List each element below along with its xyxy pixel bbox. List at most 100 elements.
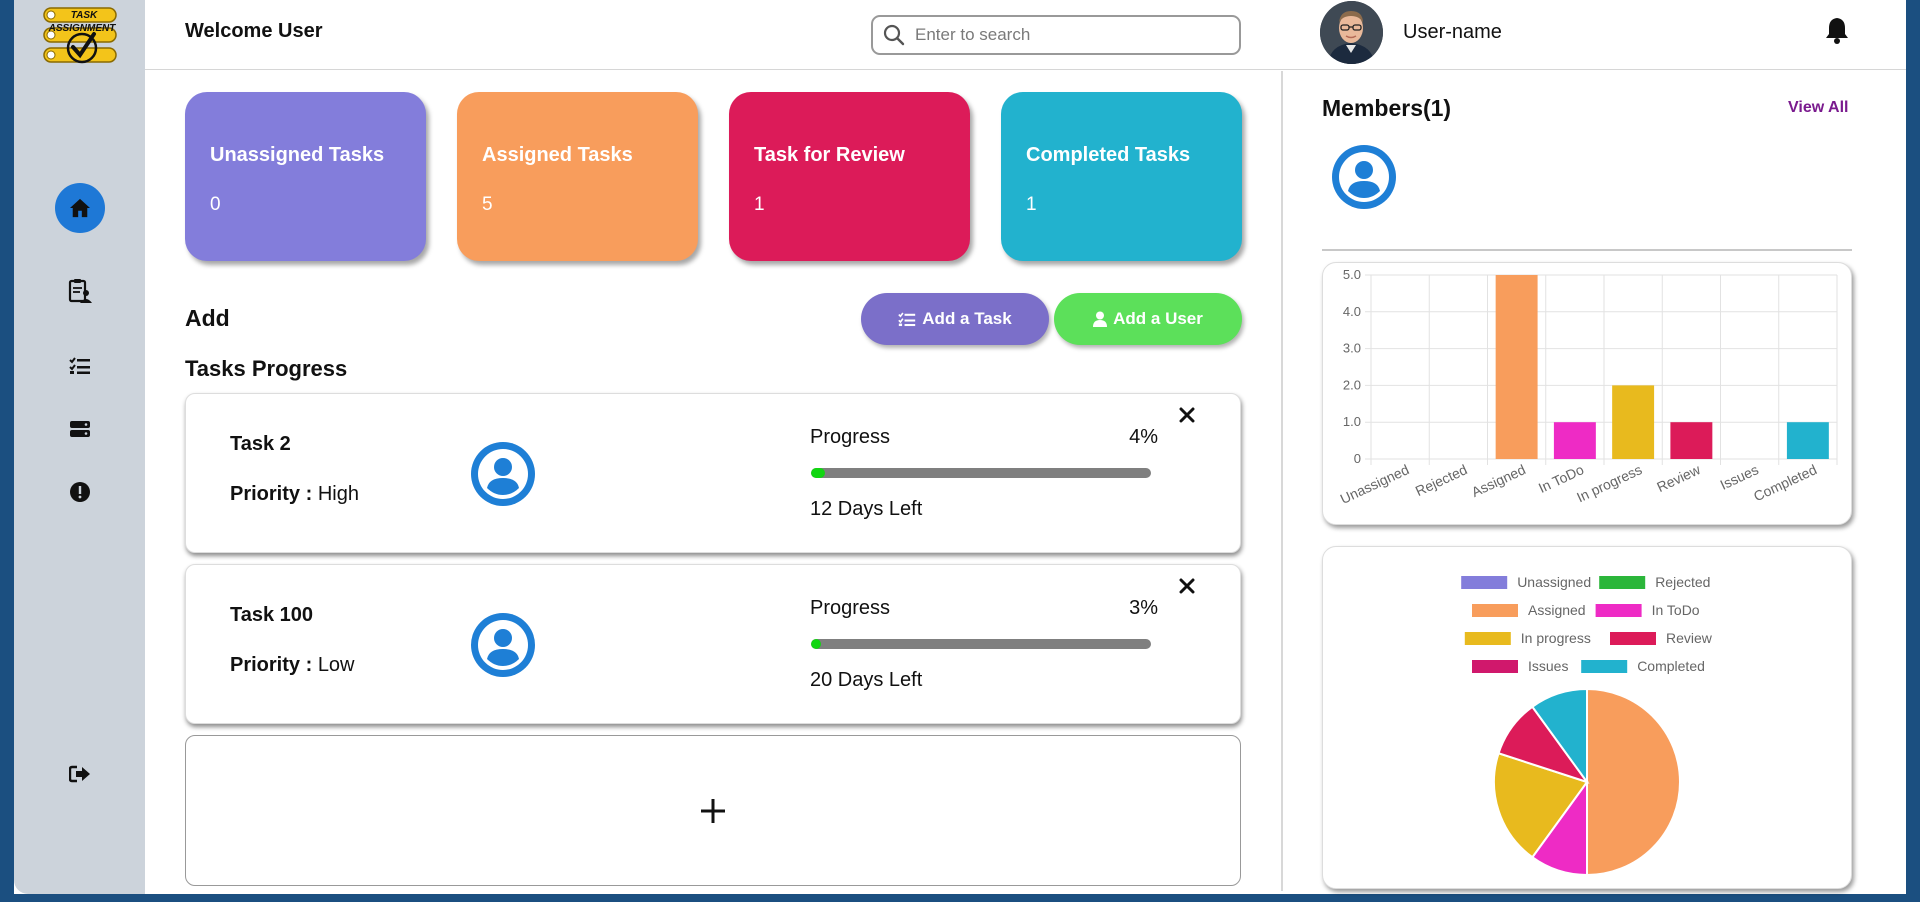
task-priority: Priority : High (230, 483, 359, 506)
add-task-button[interactable]: Add a Task (861, 293, 1049, 345)
task-card[interactable]: Task 100 Priority : Low Progress 3% 20 D… (185, 564, 1241, 724)
top-header: Welcome User User-name (145, 0, 1906, 70)
card-count: 1 (1026, 194, 1037, 215)
bar-review (1670, 422, 1713, 459)
y-tick-label: 4.0 (1343, 304, 1361, 319)
sidebar-item-issues[interactable] (55, 467, 105, 517)
welcome-text: Welcome User (185, 20, 323, 42)
window-frame-left (0, 0, 14, 902)
sidebar-item-database[interactable] (55, 404, 105, 454)
legend-label: Review (1666, 630, 1713, 646)
add-new-task-box[interactable]: + (185, 735, 1241, 886)
username-label[interactable]: User-name (1403, 21, 1502, 44)
progress-percent: 4% (1129, 426, 1158, 448)
task-list-icon (69, 357, 90, 374)
user-avatar[interactable] (1320, 1, 1383, 64)
remove-task-button[interactable] (1179, 407, 1195, 428)
close-icon (1179, 578, 1195, 594)
user-circle-icon (471, 613, 535, 677)
add-section-title: Add (185, 305, 230, 331)
search-input[interactable] (915, 25, 1215, 45)
legend-swatch (1581, 660, 1628, 673)
bell-icon (1826, 18, 1848, 44)
server-icon (70, 421, 90, 437)
legend-swatch (1472, 604, 1518, 617)
card-assigned-tasks[interactable]: Assigned Tasks 5 (457, 92, 698, 261)
sign-out-icon (69, 765, 90, 783)
progress-fill (811, 639, 822, 649)
legend-label: Rejected (1655, 574, 1710, 590)
x-tick-label: Review (1654, 461, 1703, 495)
window-frame-bottom (0, 894, 1920, 902)
members-title: Members(1) (1322, 95, 1452, 121)
pie-chart-card: Unassigned Rejected Assigned In ToDo In prog… (1322, 546, 1852, 889)
assignee-avatar[interactable] (471, 442, 535, 511)
legend-label: Completed (1637, 658, 1705, 674)
pie-slice-assigned (1586, 687, 1681, 877)
x-tick-label: Assigned (1469, 461, 1528, 500)
bar-completed (1786, 422, 1829, 459)
sidebar-item-assignments[interactable] (55, 266, 105, 316)
y-tick-label: 0 (1354, 451, 1361, 466)
sidebar: TASK ASSIGNMENT (14, 0, 145, 894)
x-tick-label: Completed (1751, 461, 1819, 504)
window-frame-right (1906, 0, 1920, 902)
progress-percent: 3% (1129, 597, 1158, 619)
legend-swatch (1599, 576, 1646, 589)
user-circle-icon (471, 442, 535, 506)
card-title: Assigned Tasks (482, 144, 633, 166)
bar-chart-card: 0 1.0 2.0 3.0 4.0 5.0 Unassigned Rejected Assign… (1322, 262, 1852, 525)
card-title: Unassigned Tasks (210, 144, 385, 166)
x-tick-label: Unassigned (1338, 461, 1412, 507)
legend-swatch (1595, 604, 1642, 617)
sidebar-item-logout[interactable] (55, 749, 105, 799)
task-priority: Priority : Low (230, 654, 355, 677)
logo-text-line2: ASSIGNMENT (48, 23, 117, 34)
add-user-button[interactable]: Add a User (1054, 293, 1242, 345)
pie-chart: Unassigned Rejected Assigned In ToDo In prog… (1461, 574, 1713, 877)
view-all-link[interactable]: View All (1788, 99, 1848, 117)
task-card[interactable]: Task 2 Priority : High Progress 4% 12 Da… (185, 393, 1241, 553)
card-completed-tasks[interactable]: Completed Tasks 1 (1001, 92, 1242, 261)
clipboard-users-icon (68, 279, 92, 303)
y-tick-label: 1.0 (1343, 414, 1361, 429)
y-tick-label: 5.0 (1343, 267, 1361, 282)
progress-fill (811, 468, 825, 478)
user-circle-icon (1332, 145, 1396, 209)
search-box[interactable] (871, 15, 1241, 55)
progress-label: Progress (810, 426, 891, 448)
priority-value: High (317, 483, 359, 505)
assignee-avatar[interactable] (471, 613, 535, 682)
logo-text-line1: TASK (71, 10, 98, 21)
search-icon (883, 24, 905, 46)
x-tick-label: In progress (1574, 461, 1644, 505)
card-count: 0 (210, 194, 221, 215)
legend-label: Issues (1528, 658, 1568, 674)
card-task-for-review[interactable]: Task for Review 1 (729, 92, 970, 261)
legend-swatch (1610, 632, 1656, 645)
progress-track (811, 639, 1151, 649)
card-unassigned-tasks[interactable]: Unassigned Tasks 0 (185, 92, 426, 261)
legend-swatch (1464, 632, 1511, 645)
remove-task-button[interactable] (1179, 578, 1195, 599)
notification-button[interactable] (1825, 16, 1849, 49)
legend-label: In ToDo (1652, 602, 1700, 618)
sidebar-item-home[interactable] (55, 183, 105, 233)
priority-label: Priority : (230, 654, 313, 676)
task-name: Task 100 (230, 604, 314, 626)
app-logo[interactable]: TASK ASSIGNMENT (42, 4, 118, 70)
bar-assigned (1495, 275, 1538, 459)
task-name: Task 2 (230, 433, 291, 455)
members-separator (1322, 249, 1852, 251)
member-avatar[interactable] (1332, 145, 1396, 214)
priority-label: Priority : (230, 483, 313, 505)
legend-label: In progress (1521, 630, 1591, 646)
legend-label: Unassigned (1517, 574, 1591, 590)
content-divider (1281, 71, 1283, 891)
days-left: 20 Days Left (810, 669, 923, 691)
sidebar-item-tasks[interactable] (55, 341, 105, 391)
card-title: Task for Review (754, 144, 905, 166)
user-icon (1093, 311, 1108, 327)
alert-circle-icon (70, 482, 90, 502)
home-icon (70, 198, 90, 218)
